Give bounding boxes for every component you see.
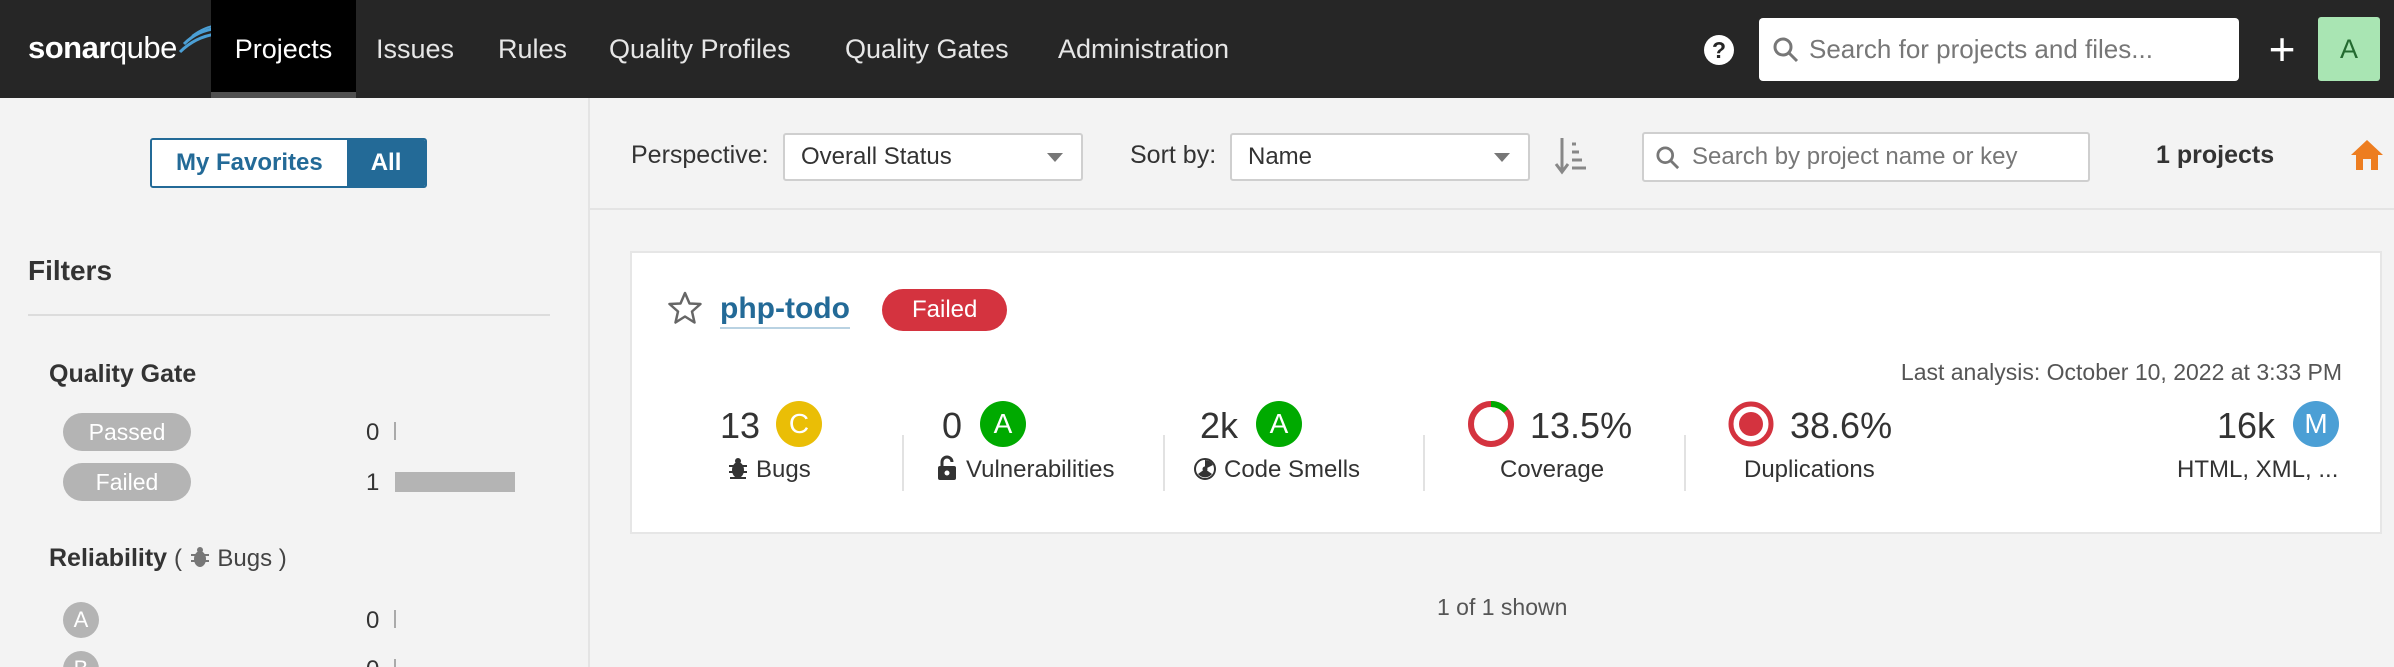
reliability-a-bar	[394, 610, 396, 628]
search-icon	[1773, 37, 1799, 63]
failed-bar	[395, 472, 515, 492]
size-rating: M	[2293, 401, 2339, 447]
nav-administration[interactable]: Administration	[1058, 0, 1229, 98]
sonarqube-logo[interactable]: sonarqube	[28, 22, 221, 74]
favorites-toggle: My Favorites All	[150, 138, 428, 188]
filters-sidebar: My Favorites All Filters Quality Gate Pa…	[0, 98, 590, 667]
sort-by-select[interactable]: Name	[1230, 133, 1530, 181]
chevron-down-icon	[1047, 153, 1063, 162]
passed-count: 0	[366, 419, 380, 446]
global-search[interactable]	[1759, 18, 2239, 81]
global-search-input[interactable]	[1809, 18, 2229, 81]
filters-heading: Filters	[28, 255, 113, 286]
home-icon[interactable]	[2350, 138, 2384, 172]
nav-quality-profiles[interactable]: Quality Profiles	[609, 0, 791, 98]
coverage-donut-icon	[1468, 401, 1514, 447]
sort-by-label: Sort by:	[1130, 141, 1217, 169]
nav-rules[interactable]: Rules	[498, 0, 567, 98]
nav-quality-gates[interactable]: Quality Gates	[845, 0, 1009, 98]
quality-gate-status-badge: Failed	[882, 289, 1008, 331]
last-analysis: Last analysis: October 10, 2022 at 3:33 …	[1900, 359, 2342, 385]
help-icon[interactable]: ?	[1704, 35, 1734, 65]
reliability-a-option[interactable]: A	[63, 602, 99, 638]
divider	[902, 435, 904, 491]
projects-toolbar: Perspective: Overall Status Sort by: Nam…	[590, 98, 2394, 210]
reliability-a-count: 0	[366, 607, 380, 634]
reliability-facet-title: Reliability ( Bugs )	[49, 544, 287, 572]
top-navigation: sonarqube Projects Issues Rules Quality …	[0, 0, 2394, 98]
projects-main: Perspective: Overall Status Sort by: Nam…	[590, 98, 2394, 667]
bug-icon	[729, 458, 747, 479]
quality-gate-failed-option[interactable]: Failed	[63, 463, 191, 501]
divider	[28, 314, 550, 316]
project-card: php-todo Failed Last analysis: October 1…	[630, 251, 2382, 534]
duplications-icon	[1728, 401, 1774, 447]
vulnerabilities-rating: A	[980, 401, 1026, 447]
reliability-b-bar	[394, 659, 396, 667]
reliability-b-count: 0	[366, 656, 379, 667]
chevron-down-icon	[1494, 153, 1510, 162]
project-count: 1 projects	[2156, 141, 2275, 169]
project-search[interactable]	[1642, 132, 2090, 182]
sort-direction-icon[interactable]	[1554, 136, 1588, 176]
quality-gate-passed-option[interactable]: Passed	[63, 413, 191, 451]
nav-projects[interactable]: Projects	[211, 0, 356, 98]
perspective-select[interactable]: Overall Status	[783, 133, 1083, 181]
search-icon	[1656, 146, 1680, 170]
quality-gate-facet-title: Quality Gate	[49, 360, 197, 388]
user-avatar[interactable]: A	[2318, 17, 2380, 81]
all-button[interactable]: All	[346, 140, 426, 186]
divider	[1423, 435, 1425, 491]
create-plus-button[interactable]: +	[2261, 22, 2303, 76]
bugs-rating: C	[776, 401, 822, 447]
nav-issues[interactable]: Issues	[376, 0, 454, 98]
code-smells-rating: A	[1256, 401, 1302, 447]
passed-bar	[394, 422, 396, 440]
divider	[1684, 435, 1686, 491]
unlock-icon	[938, 455, 956, 480]
bug-icon	[190, 547, 209, 567]
code-smell-icon	[1194, 458, 1216, 480]
perspective-label: Perspective:	[631, 141, 769, 169]
project-search-input[interactable]	[1692, 134, 2084, 180]
failed-count: 1	[366, 469, 380, 496]
divider	[1163, 435, 1165, 491]
results-shown: 1 of 1 shown	[1437, 594, 1568, 620]
my-favorites-button[interactable]: My Favorites	[152, 140, 347, 186]
favorite-star-icon[interactable]	[668, 291, 702, 325]
project-name-link[interactable]: php-todo	[720, 291, 850, 329]
reliability-b-option[interactable]: B	[63, 651, 99, 667]
